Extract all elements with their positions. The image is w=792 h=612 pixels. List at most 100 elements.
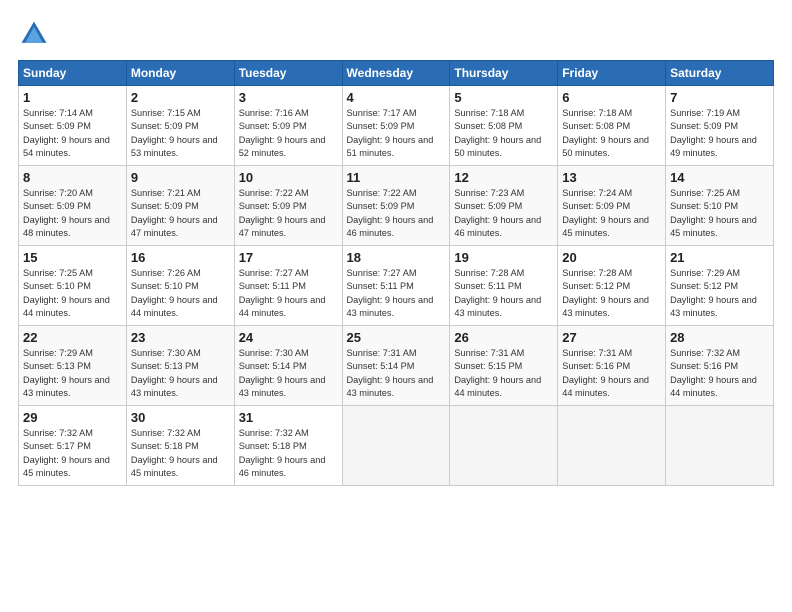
calendar-cell xyxy=(666,406,774,486)
day-info: Sunrise: 7:32 AMSunset: 5:18 PMDaylight:… xyxy=(131,428,218,478)
day-number: 16 xyxy=(131,250,230,265)
day-info: Sunrise: 7:24 AMSunset: 5:09 PMDaylight:… xyxy=(562,188,649,238)
day-number: 26 xyxy=(454,330,553,345)
calendar-cell: 17 Sunrise: 7:27 AMSunset: 5:11 PMDaylig… xyxy=(234,246,342,326)
day-number: 13 xyxy=(562,170,661,185)
calendar-header-friday: Friday xyxy=(558,61,666,86)
day-info: Sunrise: 7:32 AMSunset: 5:17 PMDaylight:… xyxy=(23,428,110,478)
day-number: 22 xyxy=(23,330,122,345)
day-number: 21 xyxy=(670,250,769,265)
day-number: 17 xyxy=(239,250,338,265)
day-info: Sunrise: 7:20 AMSunset: 5:09 PMDaylight:… xyxy=(23,188,110,238)
day-info: Sunrise: 7:17 AMSunset: 5:09 PMDaylight:… xyxy=(347,108,434,158)
day-number: 4 xyxy=(347,90,446,105)
calendar-cell: 6 Sunrise: 7:18 AMSunset: 5:08 PMDayligh… xyxy=(558,86,666,166)
day-info: Sunrise: 7:31 AMSunset: 5:15 PMDaylight:… xyxy=(454,348,541,398)
day-info: Sunrise: 7:27 AMSunset: 5:11 PMDaylight:… xyxy=(347,268,434,318)
calendar-cell: 10 Sunrise: 7:22 AMSunset: 5:09 PMDaylig… xyxy=(234,166,342,246)
day-info: Sunrise: 7:18 AMSunset: 5:08 PMDaylight:… xyxy=(562,108,649,158)
day-number: 10 xyxy=(239,170,338,185)
day-info: Sunrise: 7:31 AMSunset: 5:16 PMDaylight:… xyxy=(562,348,649,398)
calendar-cell: 30 Sunrise: 7:32 AMSunset: 5:18 PMDaylig… xyxy=(126,406,234,486)
calendar-cell: 23 Sunrise: 7:30 AMSunset: 5:13 PMDaylig… xyxy=(126,326,234,406)
calendar-cell: 20 Sunrise: 7:28 AMSunset: 5:12 PMDaylig… xyxy=(558,246,666,326)
calendar-cell: 8 Sunrise: 7:20 AMSunset: 5:09 PMDayligh… xyxy=(19,166,127,246)
calendar-table: SundayMondayTuesdayWednesdayThursdayFrid… xyxy=(18,60,774,486)
calendar-header-thursday: Thursday xyxy=(450,61,558,86)
calendar-week-row-3: 15 Sunrise: 7:25 AMSunset: 5:10 PMDaylig… xyxy=(19,246,774,326)
calendar-cell: 5 Sunrise: 7:18 AMSunset: 5:08 PMDayligh… xyxy=(450,86,558,166)
calendar-week-row-2: 8 Sunrise: 7:20 AMSunset: 5:09 PMDayligh… xyxy=(19,166,774,246)
calendar-cell: 18 Sunrise: 7:27 AMSunset: 5:11 PMDaylig… xyxy=(342,246,450,326)
calendar-cell: 29 Sunrise: 7:32 AMSunset: 5:17 PMDaylig… xyxy=(19,406,127,486)
calendar-cell: 28 Sunrise: 7:32 AMSunset: 5:16 PMDaylig… xyxy=(666,326,774,406)
calendar-header-row: SundayMondayTuesdayWednesdayThursdayFrid… xyxy=(19,61,774,86)
day-number: 25 xyxy=(347,330,446,345)
calendar-header-tuesday: Tuesday xyxy=(234,61,342,86)
day-number: 23 xyxy=(131,330,230,345)
day-info: Sunrise: 7:28 AMSunset: 5:11 PMDaylight:… xyxy=(454,268,541,318)
calendar-cell: 27 Sunrise: 7:31 AMSunset: 5:16 PMDaylig… xyxy=(558,326,666,406)
day-number: 7 xyxy=(670,90,769,105)
day-number: 28 xyxy=(670,330,769,345)
day-info: Sunrise: 7:22 AMSunset: 5:09 PMDaylight:… xyxy=(347,188,434,238)
calendar-cell: 3 Sunrise: 7:16 AMSunset: 5:09 PMDayligh… xyxy=(234,86,342,166)
calendar-cell: 7 Sunrise: 7:19 AMSunset: 5:09 PMDayligh… xyxy=(666,86,774,166)
calendar-cell: 16 Sunrise: 7:26 AMSunset: 5:10 PMDaylig… xyxy=(126,246,234,326)
day-info: Sunrise: 7:29 AMSunset: 5:13 PMDaylight:… xyxy=(23,348,110,398)
day-number: 2 xyxy=(131,90,230,105)
day-number: 30 xyxy=(131,410,230,425)
calendar-cell: 25 Sunrise: 7:31 AMSunset: 5:14 PMDaylig… xyxy=(342,326,450,406)
calendar-cell xyxy=(558,406,666,486)
day-info: Sunrise: 7:14 AMSunset: 5:09 PMDaylight:… xyxy=(23,108,110,158)
calendar-cell: 11 Sunrise: 7:22 AMSunset: 5:09 PMDaylig… xyxy=(342,166,450,246)
calendar-week-row-4: 22 Sunrise: 7:29 AMSunset: 5:13 PMDaylig… xyxy=(19,326,774,406)
calendar-cell: 21 Sunrise: 7:29 AMSunset: 5:12 PMDaylig… xyxy=(666,246,774,326)
calendar-header-sunday: Sunday xyxy=(19,61,127,86)
day-info: Sunrise: 7:27 AMSunset: 5:11 PMDaylight:… xyxy=(239,268,326,318)
calendar-cell: 24 Sunrise: 7:30 AMSunset: 5:14 PMDaylig… xyxy=(234,326,342,406)
day-info: Sunrise: 7:19 AMSunset: 5:09 PMDaylight:… xyxy=(670,108,757,158)
day-number: 31 xyxy=(239,410,338,425)
day-info: Sunrise: 7:30 AMSunset: 5:14 PMDaylight:… xyxy=(239,348,326,398)
calendar-cell xyxy=(342,406,450,486)
calendar-cell: 26 Sunrise: 7:31 AMSunset: 5:15 PMDaylig… xyxy=(450,326,558,406)
day-number: 11 xyxy=(347,170,446,185)
day-number: 24 xyxy=(239,330,338,345)
day-info: Sunrise: 7:30 AMSunset: 5:13 PMDaylight:… xyxy=(131,348,218,398)
day-info: Sunrise: 7:28 AMSunset: 5:12 PMDaylight:… xyxy=(562,268,649,318)
calendar-cell xyxy=(450,406,558,486)
day-info: Sunrise: 7:25 AMSunset: 5:10 PMDaylight:… xyxy=(23,268,110,318)
day-number: 27 xyxy=(562,330,661,345)
calendar-cell: 1 Sunrise: 7:14 AMSunset: 5:09 PMDayligh… xyxy=(19,86,127,166)
day-info: Sunrise: 7:23 AMSunset: 5:09 PMDaylight:… xyxy=(454,188,541,238)
day-info: Sunrise: 7:29 AMSunset: 5:12 PMDaylight:… xyxy=(670,268,757,318)
calendar-cell: 19 Sunrise: 7:28 AMSunset: 5:11 PMDaylig… xyxy=(450,246,558,326)
day-number: 29 xyxy=(23,410,122,425)
calendar-header-wednesday: Wednesday xyxy=(342,61,450,86)
day-info: Sunrise: 7:32 AMSunset: 5:16 PMDaylight:… xyxy=(670,348,757,398)
calendar-header-saturday: Saturday xyxy=(666,61,774,86)
day-info: Sunrise: 7:21 AMSunset: 5:09 PMDaylight:… xyxy=(131,188,218,238)
day-number: 20 xyxy=(562,250,661,265)
logo-icon xyxy=(18,18,50,50)
calendar-cell: 31 Sunrise: 7:32 AMSunset: 5:18 PMDaylig… xyxy=(234,406,342,486)
day-number: 12 xyxy=(454,170,553,185)
calendar-cell: 14 Sunrise: 7:25 AMSunset: 5:10 PMDaylig… xyxy=(666,166,774,246)
day-info: Sunrise: 7:22 AMSunset: 5:09 PMDaylight:… xyxy=(239,188,326,238)
calendar-week-row-1: 1 Sunrise: 7:14 AMSunset: 5:09 PMDayligh… xyxy=(19,86,774,166)
day-number: 14 xyxy=(670,170,769,185)
day-info: Sunrise: 7:32 AMSunset: 5:18 PMDaylight:… xyxy=(239,428,326,478)
day-number: 18 xyxy=(347,250,446,265)
day-number: 15 xyxy=(23,250,122,265)
day-info: Sunrise: 7:31 AMSunset: 5:14 PMDaylight:… xyxy=(347,348,434,398)
day-number: 9 xyxy=(131,170,230,185)
calendar-header-monday: Monday xyxy=(126,61,234,86)
day-info: Sunrise: 7:18 AMSunset: 5:08 PMDaylight:… xyxy=(454,108,541,158)
day-number: 3 xyxy=(239,90,338,105)
day-number: 19 xyxy=(454,250,553,265)
day-info: Sunrise: 7:26 AMSunset: 5:10 PMDaylight:… xyxy=(131,268,218,318)
calendar-cell: 13 Sunrise: 7:24 AMSunset: 5:09 PMDaylig… xyxy=(558,166,666,246)
calendar-cell: 2 Sunrise: 7:15 AMSunset: 5:09 PMDayligh… xyxy=(126,86,234,166)
day-number: 1 xyxy=(23,90,122,105)
